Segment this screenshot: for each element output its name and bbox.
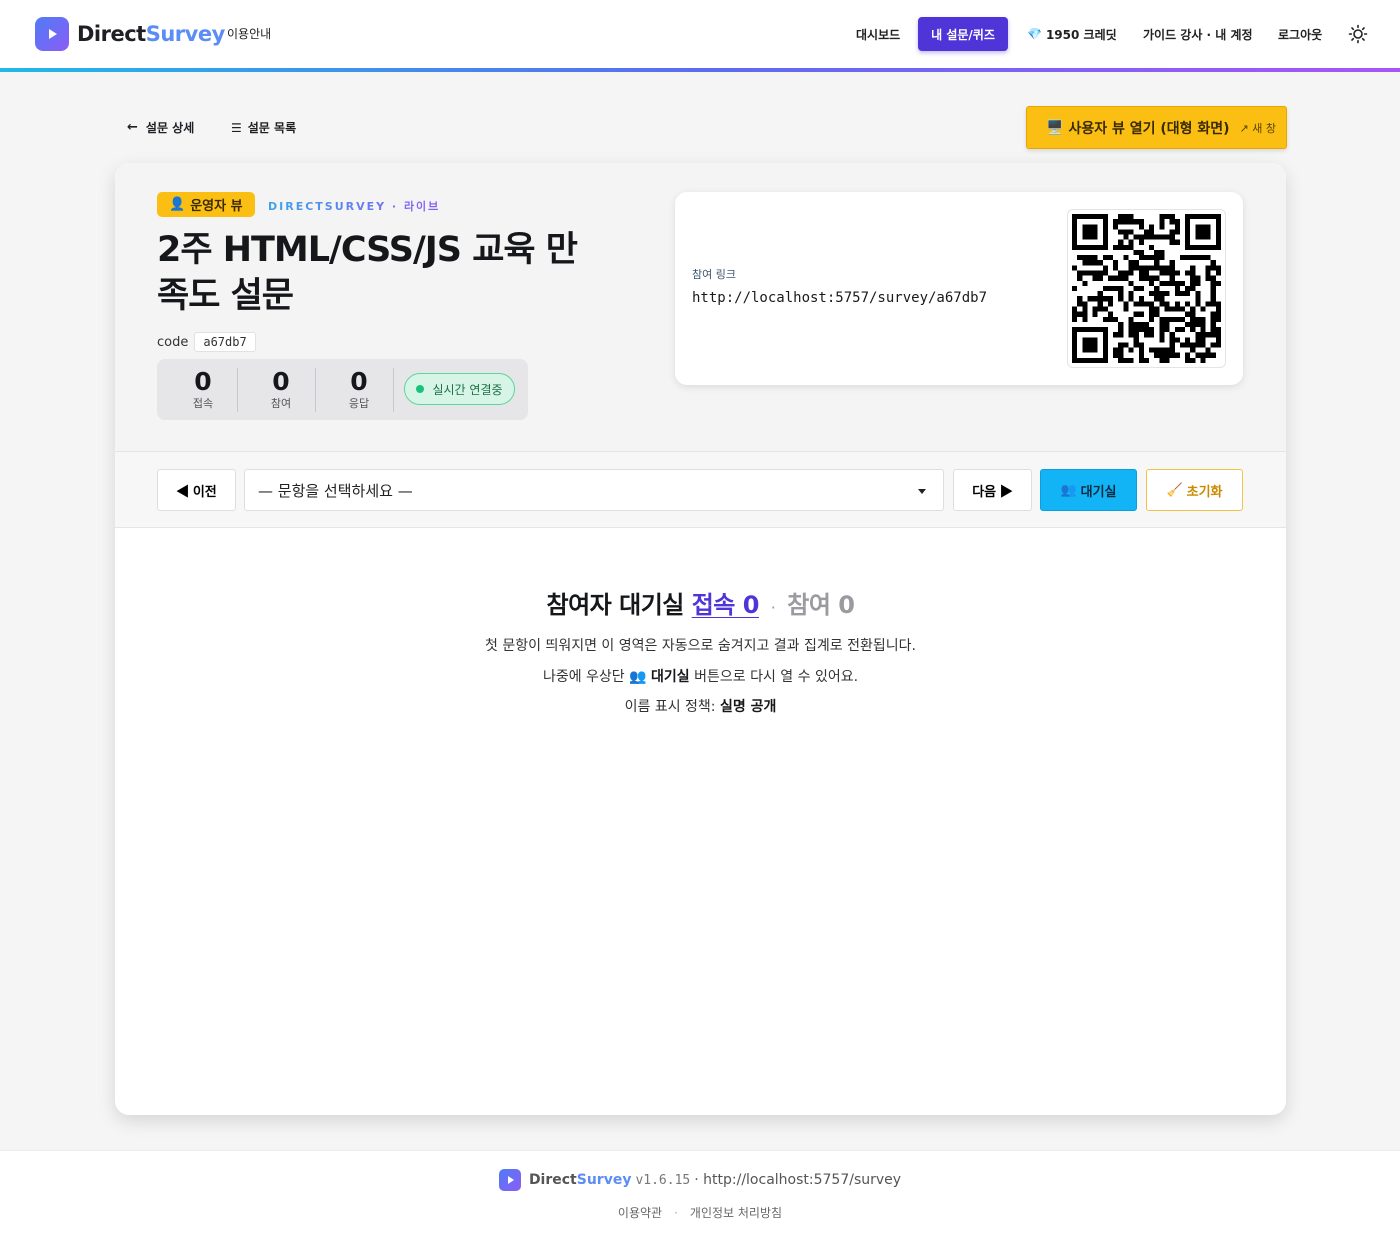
- nav-my-surveys[interactable]: 내 설문/퀴즈: [918, 17, 1008, 51]
- waiting-separator: ·: [770, 598, 776, 617]
- stat-label: 응답: [348, 397, 370, 410]
- line3-prefix: 이름 표시 정책:: [624, 699, 716, 715]
- reset-button[interactable]: 🧹 초기화: [1146, 469, 1243, 511]
- people-icon: 👥: [629, 669, 647, 685]
- status-dot-icon: [416, 385, 425, 393]
- stat-connected: 0 접속: [164, 367, 242, 411]
- survey-title: 2주 HTML/CSS/JS 교육 만족도 설문: [157, 230, 578, 316]
- qr-code: [1067, 209, 1226, 368]
- footer-separator: ·: [674, 1206, 678, 1220]
- user-icon: 👤: [169, 197, 186, 212]
- waiting-room-label: 대기실: [1080, 483, 1117, 499]
- brand-logo[interactable]: DirectSurvey: [35, 17, 225, 51]
- waiting-room-title: 참여자 대기실 접속 0 · 참여 0: [115, 585, 1286, 620]
- chevron-down-icon: [918, 489, 926, 494]
- privacy-link[interactable]: 개인정보 처리방침: [690, 1206, 782, 1220]
- back-label: 설문 상세: [145, 121, 195, 135]
- line2-bold: 대기실: [651, 669, 690, 685]
- list-icon: ☰: [231, 120, 242, 135]
- code-value: a67db7: [194, 332, 256, 352]
- stat-label: 참여: [270, 397, 292, 410]
- line2-prefix: 나중에 우상단: [542, 669, 625, 685]
- open-user-view-button[interactable]: 🖥️ 사용자 뷰 열기 (대형 화면) ↗ 새 창: [1026, 106, 1287, 149]
- top-navbar: DirectSurvey 이용안내 대시보드 내 설문/퀴즈 💎 1950 크레딧…: [0, 0, 1400, 68]
- footer-url: · http://localhost:5757/survey: [694, 1172, 902, 1188]
- sun-icon[interactable]: [1348, 24, 1368, 44]
- footer-brand-part1: Direct: [528, 1172, 577, 1188]
- question-select[interactable]: — 문항을 선택하세요 —: [244, 469, 944, 511]
- gem-icon: 💎: [1027, 27, 1042, 41]
- nav-logout[interactable]: 로그아웃: [1278, 17, 1322, 51]
- waiting-room-button[interactable]: 👥 대기실: [1040, 469, 1137, 511]
- waiting-info-line-1: 첫 문항이 띄워지면 이 영역은 자동으로 숨겨지고 결과 집계로 전환됩니다.: [485, 638, 916, 654]
- credits-label: 1950 크레딧: [1045, 27, 1117, 42]
- waiting-info-line-3: 이름 표시 정책: 실명 공개: [115, 696, 1286, 716]
- footer-brand-part2: Survey: [576, 1172, 632, 1188]
- nav-guide-link[interactable]: 이용안내: [227, 25, 271, 42]
- qr-code-icon: [1072, 214, 1221, 363]
- stat-value: 0: [350, 367, 368, 396]
- waiting-info-line-2: 나중에 우상단 👥 대기실 버튼으로 다시 열 수 있어요.: [115, 666, 1286, 686]
- waiting-title-text: 참여자 대기실: [546, 591, 685, 619]
- broom-icon: 🧹: [1166, 482, 1183, 497]
- next-button[interactable]: 다음 ▶: [953, 469, 1032, 511]
- code-label: code: [157, 334, 189, 350]
- stat-divider: [315, 368, 316, 412]
- arrow-left-icon: ←: [127, 120, 138, 135]
- open-user-view-label: 사용자 뷰 열기 (대형 화면): [1068, 120, 1230, 137]
- footer: Direct Survey v1.6.15 · http://localhost:…: [0, 1150, 1400, 1236]
- stat-divider: [237, 368, 238, 412]
- stat-divider: [393, 368, 394, 412]
- footer-links: 이용약관 · 개인정보 처리방침: [0, 1204, 1400, 1221]
- brand-name-part2: Survey: [145, 22, 226, 46]
- play-icon: [35, 17, 69, 51]
- survey-info-panel: 👤 운영자 뷰 DIRECTSURVEY · 라이브 2주 HTML/CSS/JS…: [115, 163, 1286, 451]
- stat-value: 0: [272, 367, 290, 396]
- header-gradient-bar: [0, 68, 1400, 72]
- stat-participating: 0 참여: [242, 367, 320, 411]
- survey-list-link[interactable]: ☰ 설문 목록: [231, 119, 296, 136]
- footer-version: v1.6.15: [635, 1172, 691, 1188]
- operator-view-badge: 👤 운영자 뷰: [157, 192, 255, 217]
- live-status-badge: 실시간 연결중: [404, 373, 515, 405]
- waiting-connected-count[interactable]: 접속 0: [692, 591, 760, 619]
- join-link-url[interactable]: http://localhost:5757/survey/a67db7: [692, 290, 987, 306]
- monitor-icon: 🖥️: [1046, 119, 1064, 136]
- question-controls: ◀ 이전 — 문항을 선택하세요 — 다음 ▶ 👥 대기실 🧹 초기화: [115, 451, 1286, 528]
- brand-live-tag: DIRECTSURVEY · 라이브: [268, 200, 441, 213]
- live-survey-card: 👤 운영자 뷰 DIRECTSURVEY · 라이브 2주 HTML/CSS/JS…: [115, 163, 1286, 1115]
- survey-code: code a67db7: [157, 332, 256, 352]
- nav-credits[interactable]: 💎 1950 크레딧: [1027, 17, 1117, 51]
- operator-badge-label: 운영자 뷰: [190, 199, 243, 214]
- prev-button[interactable]: ◀ 이전: [157, 469, 236, 511]
- brand-name-part1: Direct: [77, 22, 146, 46]
- stat-responses: 0 응답: [320, 367, 398, 411]
- terms-link[interactable]: 이용약관: [618, 1206, 662, 1220]
- list-label: 설문 목록: [247, 121, 297, 135]
- play-icon: [498, 1169, 521, 1191]
- line2-suffix: 버튼으로 다시 열 수 있어요.: [694, 669, 859, 685]
- reset-label: 초기화: [1186, 483, 1223, 499]
- new-window-label: ↗ 새 창: [1239, 121, 1276, 135]
- stat-label: 접속: [192, 397, 214, 410]
- name-policy-value: 실명 공개: [719, 699, 777, 715]
- footer-brand-row: Direct Survey v1.6.15 · http://localhost:…: [0, 1169, 1400, 1191]
- nav-dashboard[interactable]: 대시보드: [856, 17, 900, 51]
- people-icon: 👥: [1060, 482, 1077, 497]
- live-status-label: 실시간 연결중: [432, 382, 503, 397]
- join-link-label: 참여 링크: [692, 268, 736, 281]
- question-select-value: — 문항을 선택하세요 —: [258, 481, 413, 500]
- waiting-participating-count: 참여 0: [787, 591, 855, 619]
- stat-value: 0: [194, 367, 212, 396]
- nav-guide-account[interactable]: 가이드 강사 · 내 계정: [1143, 17, 1253, 51]
- join-link-card: 참여 링크 http://localhost:5757/survey/a67db…: [675, 192, 1243, 385]
- back-to-survey-detail[interactable]: ← 설문 상세: [127, 119, 194, 136]
- stats-panel: 0 접속 0 참여 0 응답 실시간 연결중: [157, 359, 528, 420]
